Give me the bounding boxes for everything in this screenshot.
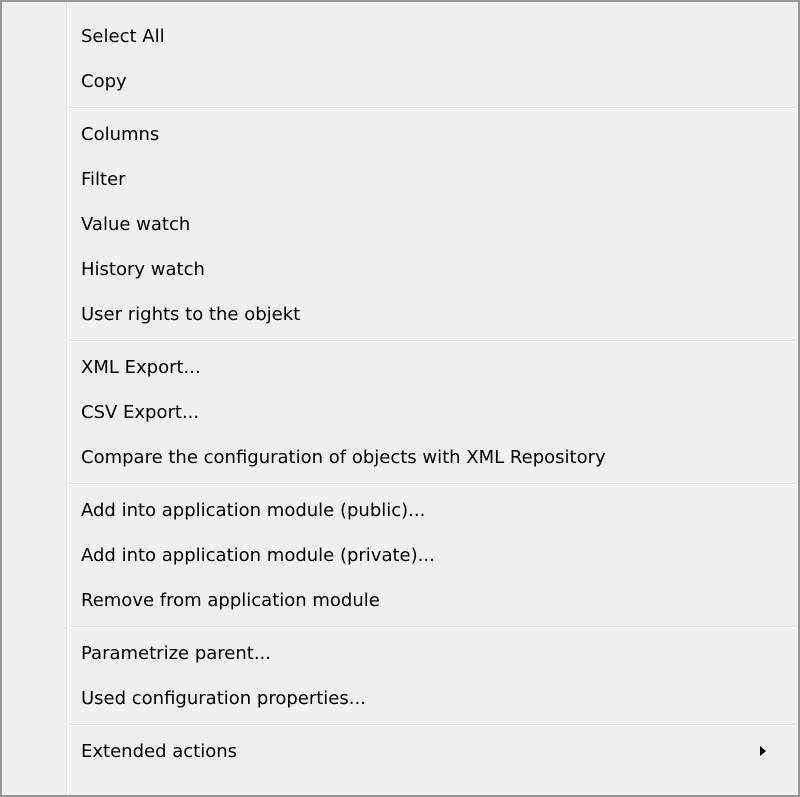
context-menu: Select All Copy Columns Filter Value wat… (0, 0, 800, 797)
menu-item-label: Remove from application module (81, 590, 380, 611)
menu-item-used-config-properties[interactable]: Used configuration properties... (2, 676, 798, 721)
menu-item-extended-actions[interactable]: Extended actions (2, 729, 798, 774)
menu-item-parametrize-parent[interactable]: Parametrize parent... (2, 631, 798, 676)
menu-item-label: Copy (81, 71, 127, 92)
menu-item-csv-export[interactable]: CSV Export... (2, 390, 798, 435)
menu-item-label: Used configuration properties... (81, 688, 366, 709)
submenu-arrow-icon (760, 746, 766, 756)
menu-separator (68, 480, 798, 488)
menu-item-label: Parametrize parent... (81, 643, 271, 664)
menu-item-label: Filter (81, 169, 126, 190)
menu-item-xml-export[interactable]: XML Export... (2, 345, 798, 390)
menu-item-remove-from-module[interactable]: Remove from application module (2, 578, 798, 623)
menu-separator (68, 721, 798, 729)
menu-item-label: User rights to the objekt (81, 304, 301, 325)
menu-items: Select All Copy Columns Filter Value wat… (2, 14, 798, 774)
menu-item-label: Add into application module (public)... (81, 500, 426, 521)
menu-item-label: Add into application module (private)... (81, 545, 435, 566)
menu-separator (68, 337, 798, 345)
menu-item-label: CSV Export... (81, 402, 200, 423)
menu-item-copy[interactable]: Copy (2, 59, 798, 104)
menu-item-add-module-private[interactable]: Add into application module (private)... (2, 533, 798, 578)
menu-item-history-watch[interactable]: History watch (2, 247, 798, 292)
menu-item-user-rights[interactable]: User rights to the objekt (2, 292, 798, 337)
menu-item-add-module-public[interactable]: Add into application module (public)... (2, 488, 798, 533)
menu-separator (68, 104, 798, 112)
menu-item-filter[interactable]: Filter (2, 157, 798, 202)
menu-separator (68, 623, 798, 631)
menu-item-label: Select All (81, 26, 165, 47)
menu-item-label: History watch (81, 259, 205, 280)
menu-item-label: XML Export... (81, 357, 201, 378)
menu-item-label: Compare the configuration of objects wit… (81, 447, 606, 468)
menu-item-compare-xml-repository[interactable]: Compare the configuration of objects wit… (2, 435, 798, 480)
menu-item-label: Columns (81, 124, 160, 145)
menu-item-label: Value watch (81, 214, 191, 235)
menu-item-select-all[interactable]: Select All (2, 14, 798, 59)
menu-item-value-watch[interactable]: Value watch (2, 202, 798, 247)
menu-item-label: Extended actions (81, 741, 237, 762)
menu-item-columns[interactable]: Columns (2, 112, 798, 157)
